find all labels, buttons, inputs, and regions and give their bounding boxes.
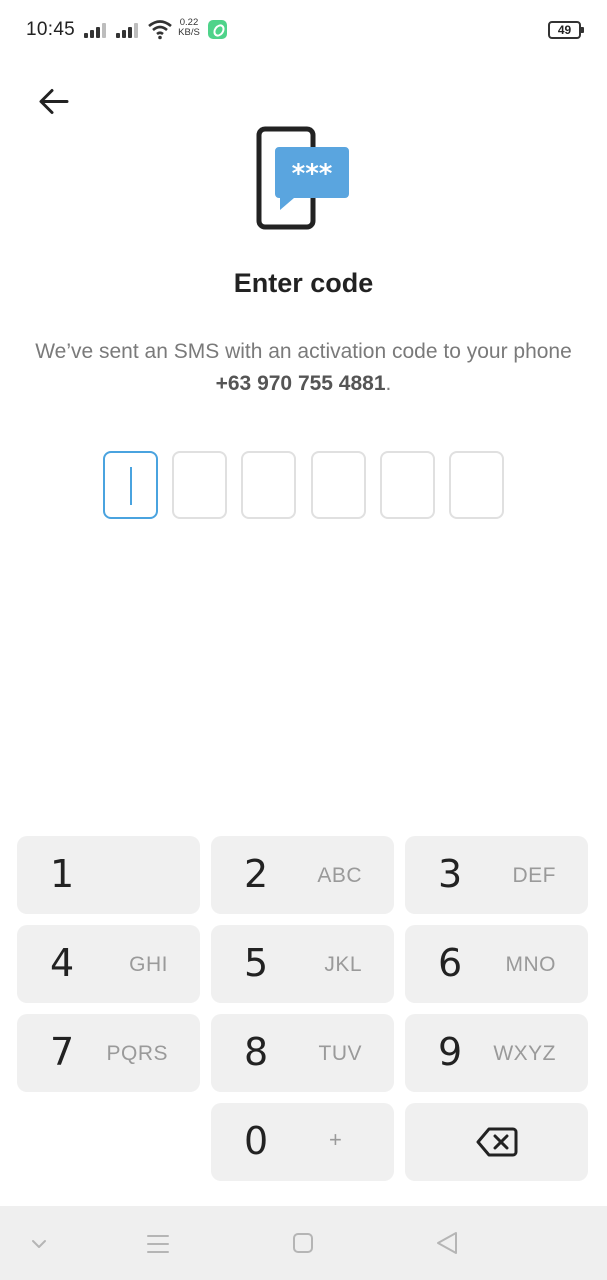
page-title: Enter code: [233, 268, 374, 298]
back-triangle-icon: [437, 1232, 457, 1254]
code-input-row: [103, 451, 505, 520]
battery-icon: 49: [548, 21, 584, 39]
app-notification-icon: [208, 20, 227, 39]
key-9[interactable]: 9 WXYZ: [405, 1014, 588, 1092]
chevron-down-icon: [32, 1240, 46, 1248]
key-5[interactable]: 5 JKL: [211, 925, 394, 1003]
nav-back-button[interactable]: [427, 1224, 467, 1264]
key-1[interactable]: 1: [17, 836, 200, 914]
numeric-keypad: 1 2 ABC 3 DEF 4 GHI 5 JKL 6 MNO 7 PQRS 8…: [0, 824, 607, 1206]
status-time: 10:45: [26, 19, 76, 40]
key-8[interactable]: 8 TUV: [211, 1014, 394, 1092]
status-bar: 10:45 0.22 KB/S 49: [0, 0, 607, 62]
code-digit-input[interactable]: [380, 451, 435, 519]
instruction-text: We’ve sent an SMS with an activation cod…: [35, 340, 572, 395]
wifi-icon: [148, 20, 172, 40]
phone-number: +63 970 755 4881: [215, 372, 386, 395]
cell-signal-icon: [84, 22, 110, 38]
key-2[interactable]: 2 ABC: [211, 836, 394, 914]
code-digit-input[interactable]: [241, 451, 296, 519]
code-digit-input[interactable]: [449, 451, 504, 519]
nav-collapse-button[interactable]: [19, 1224, 59, 1264]
system-nav-bar: [0, 1206, 607, 1280]
arrow-left-icon: [39, 89, 69, 114]
delete-button[interactable]: [405, 1103, 588, 1181]
network-speed: 0.22 KB/S: [178, 17, 200, 38]
menu-icon: [147, 1235, 169, 1253]
key-6[interactable]: 6 MNO: [405, 925, 588, 1003]
nav-menu-button[interactable]: [138, 1224, 178, 1264]
key-7[interactable]: 7 PQRS: [17, 1014, 200, 1092]
code-digit-input[interactable]: [311, 451, 366, 519]
cell-signal-2-icon: [116, 22, 142, 38]
backspace-icon: [476, 1127, 518, 1157]
text-caret: [130, 467, 132, 505]
svg-text:***: ***: [292, 159, 333, 189]
home-square-icon: [293, 1233, 313, 1253]
code-digit-input[interactable]: [172, 451, 227, 519]
key-4[interactable]: 4 GHI: [17, 925, 200, 1003]
key-0[interactable]: 0 +: [211, 1103, 394, 1181]
back-button[interactable]: [34, 82, 74, 122]
key-3[interactable]: 3 DEF: [405, 836, 588, 914]
nav-home-button[interactable]: [283, 1224, 323, 1264]
code-digit-input[interactable]: [103, 451, 158, 519]
phone-sms-code-icon: ***: [256, 126, 349, 230]
